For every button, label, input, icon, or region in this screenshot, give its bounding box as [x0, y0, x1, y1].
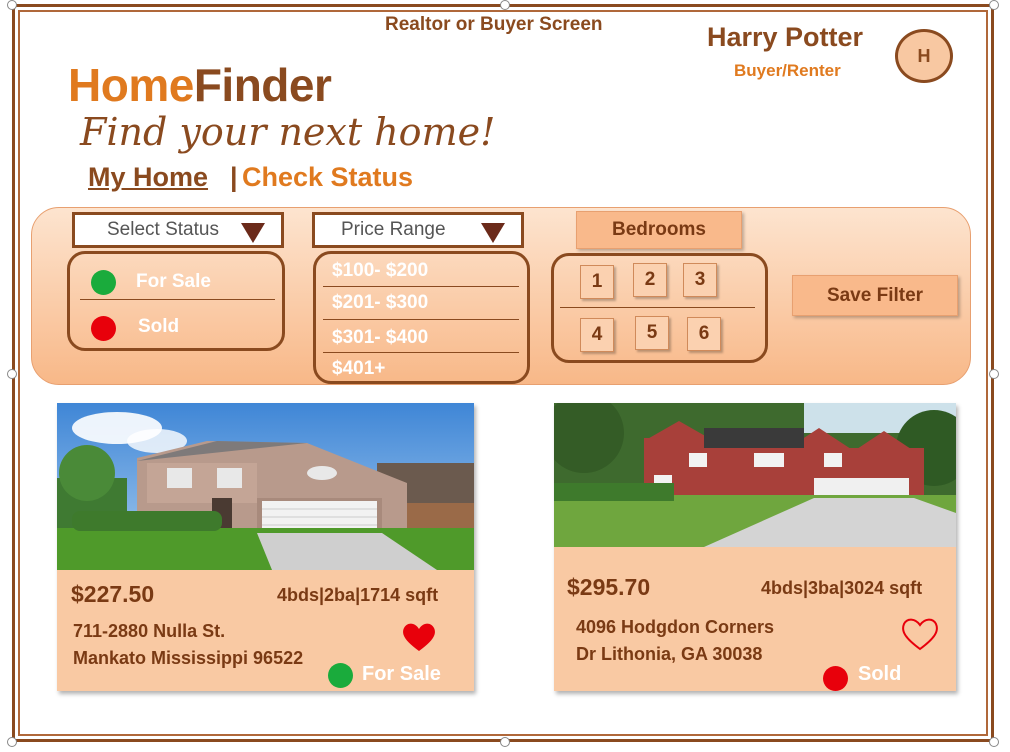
- price-option[interactable]: $401+: [332, 358, 385, 380]
- status-options: For Sale Sold: [67, 251, 285, 351]
- bedroom-option-5[interactable]: 5: [635, 316, 669, 350]
- resize-handle-top-right[interactable]: [989, 0, 999, 10]
- resize-handle-top-left[interactable]: [7, 0, 17, 10]
- dropdown-arrow-icon: [481, 223, 505, 243]
- listing-address-line1: 711-2880 Nulla St.: [73, 621, 226, 641]
- listing-address-line2: Mankato Mississippi 96522: [73, 648, 304, 668]
- listing-status: Sold: [858, 663, 902, 685]
- status-option-sold[interactable]: Sold: [138, 316, 179, 338]
- bedroom-option-1[interactable]: 1: [580, 265, 614, 299]
- status-dropdown[interactable]: Select Status: [72, 212, 284, 248]
- price-option[interactable]: $100- $200: [332, 260, 428, 282]
- heart-filled-icon[interactable]: [401, 621, 437, 653]
- resize-handle-bottom[interactable]: [500, 737, 510, 747]
- listing-status: For Sale: [362, 663, 441, 685]
- bedroom-option-6[interactable]: 6: [687, 317, 721, 351]
- listing-card[interactable]: $227.50 4bds|2ba|1714 sqft 711-2880 Null…: [57, 403, 474, 691]
- status-dot-icon: [328, 663, 353, 688]
- resize-handle-bottom-left[interactable]: [7, 737, 17, 747]
- price-option[interactable]: $301- $400: [332, 327, 428, 349]
- resize-handle-right[interactable]: [989, 369, 999, 379]
- avatar-initial: H: [917, 45, 931, 66]
- resize-handle-bottom-right[interactable]: [989, 737, 999, 747]
- listing-photo[interactable]: [57, 403, 474, 570]
- divider: [323, 286, 519, 287]
- save-filter-button[interactable]: Save Filter: [792, 275, 958, 316]
- listing-specs: 4bds|3ba|3024 sqft: [761, 578, 923, 598]
- listing-card[interactable]: $295.70 4bds|3ba|3024 sqft 4096 Hodgdon …: [554, 403, 956, 691]
- house-photo-image: [57, 403, 474, 570]
- status-dot-icon: [823, 666, 848, 691]
- listing-specs: 4bds|2ba|1714 sqft: [277, 585, 439, 605]
- listing-address-line2: Dr Lithonia, GA 30038: [576, 644, 763, 664]
- bedroom-option-2[interactable]: 2: [633, 263, 667, 297]
- status-dropdown-label: Select Status: [107, 219, 219, 240]
- price-dropdown[interactable]: Price Range: [312, 212, 524, 248]
- avatar[interactable]: H: [895, 29, 953, 83]
- resize-handle-top[interactable]: [500, 0, 510, 10]
- screen-title: Realtor or Buyer Screen: [385, 14, 603, 35]
- status-dot-icon: [91, 270, 116, 295]
- divider: [323, 319, 519, 320]
- bedroom-option-3[interactable]: 3: [683, 263, 717, 297]
- price-option[interactable]: $201- $300: [332, 292, 428, 314]
- divider: [560, 307, 755, 308]
- bedroom-option-4[interactable]: 4: [580, 318, 614, 352]
- user-role: Buyer/Renter: [734, 61, 841, 80]
- nav-check-status[interactable]: Check Status: [242, 162, 413, 193]
- price-options: $100- $200 $201- $300 $301- $400 $401+: [313, 251, 530, 384]
- divider: [80, 299, 275, 300]
- logo: HomeFinder: [68, 58, 332, 112]
- logo-part-finder: Finder: [193, 59, 332, 111]
- nav-my-home[interactable]: My Home: [88, 162, 208, 193]
- tagline: Find your next home!: [80, 110, 496, 154]
- price-dropdown-label: Price Range: [341, 219, 446, 240]
- nav-separator: |: [230, 162, 238, 192]
- house-photo-image: [554, 403, 956, 547]
- listing-photo[interactable]: [554, 403, 956, 547]
- logo-part-home: Home: [68, 59, 194, 111]
- resize-handle-left[interactable]: [7, 369, 17, 379]
- listing-price: $295.70: [567, 574, 651, 600]
- listing-price: $227.50: [71, 581, 155, 607]
- bedrooms-button[interactable]: Bedrooms: [576, 211, 742, 249]
- status-option-for-sale[interactable]: For Sale: [136, 271, 211, 293]
- status-dot-icon: [91, 316, 116, 341]
- dropdown-arrow-icon: [241, 223, 265, 243]
- bedroom-options: 1 2 3 4 5 6: [551, 253, 768, 363]
- heart-outline-icon[interactable]: [900, 616, 940, 652]
- divider: [323, 352, 519, 353]
- listing-address-line1: 4096 Hodgdon Corners: [576, 617, 775, 637]
- user-name: Harry Potter: [707, 22, 864, 52]
